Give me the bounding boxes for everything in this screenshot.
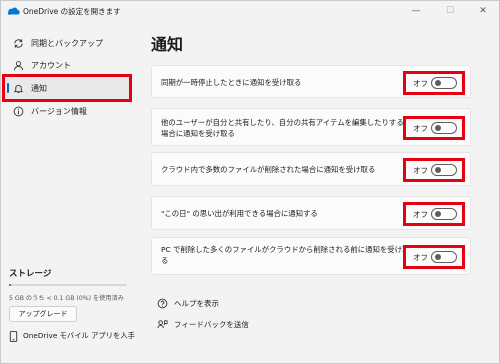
sidebar-item-label: 通知 [31, 83, 47, 93]
toggle-switch[interactable] [431, 77, 457, 89]
toggle-sync-paused[interactable]: オフ [403, 71, 465, 95]
window-title: OneDrive の設定を開きます [23, 7, 121, 16]
help-icon [156, 297, 168, 309]
toggle-state-label: オフ [413, 78, 428, 88]
onedrive-settings-window: OneDrive の設定を開きます — ☐ ✕ 同期とバックアップ アカウント … [0, 0, 500, 364]
toggle-knob [435, 211, 441, 217]
storage-heading: ストレージ [9, 269, 52, 279]
toggle-knob [435, 254, 441, 260]
toggle-state-label: オフ [413, 165, 428, 175]
toggle-cloud-deletion[interactable]: オフ [403, 158, 465, 182]
sidebar-item-label: アカウント [31, 60, 71, 70]
sidebar-item-notifications[interactable]: 通知 [2, 74, 132, 102]
sync-icon [11, 36, 25, 50]
setting-card-cloud-deletion: クラウド内で多数のファイルが削除された場合に通知を受け取る オフ [151, 152, 471, 186]
setting-label: 他のユーザーが自分と共有したり、自分の共有アイテムを編集したりする 場合に通知を… [161, 118, 404, 138]
toggle-state-label: オフ [413, 209, 428, 219]
storage-usage-bar [9, 284, 127, 286]
toggle-state-label: オフ [413, 252, 428, 262]
setting-label: "この日" の思い出が利用できる場合に通知する [161, 209, 318, 218]
toggle-sharing[interactable]: オフ [403, 116, 465, 140]
bell-icon [11, 81, 25, 95]
storage-usage-text: 5 GB のうち < 0.1 GB (0%) を使用済み [9, 295, 124, 302]
sidebar-item-label: 同期とバックアップ [31, 38, 103, 48]
setting-label: 同期が一時停止したときに通知を受け取る [161, 78, 302, 87]
setting-label: クラウド内で多数のファイルが削除された場合に通知を受け取る [161, 165, 376, 174]
sidebar-item-sync-backup[interactable]: 同期とバックアップ [5, 32, 129, 54]
minimize-button[interactable]: — [403, 3, 429, 19]
toggle-knob [435, 167, 441, 173]
sidebar-item-label: バージョン情報 [31, 106, 87, 116]
toggle-state-label: オフ [413, 123, 428, 133]
get-mobile-app-link[interactable]: OneDrive モバイル アプリを入手 [7, 330, 135, 342]
feedback-icon [156, 318, 168, 330]
toggle-pc-deletion[interactable]: オフ [403, 245, 465, 269]
selection-indicator [7, 83, 9, 93]
title-bar: OneDrive の設定を開きます — ☐ ✕ [1, 1, 499, 23]
feedback-link-label: フィードバックを送信 [174, 319, 249, 329]
toggle-switch[interactable] [431, 208, 457, 220]
sidebar-item-account[interactable]: アカウント [5, 54, 129, 76]
send-feedback-link[interactable]: フィードバックを送信 [156, 318, 249, 330]
toggle-knob [435, 125, 441, 131]
setting-card-pc-deletion: PC で削除した多くのファイルがクラウドから削除される前に通知を受け取 る オフ [151, 237, 471, 275]
onedrive-cloud-icon [7, 7, 20, 15]
toggle-knob [435, 80, 441, 86]
phone-icon [7, 330, 19, 342]
close-icon: ✕ [479, 6, 487, 16]
info-icon [11, 104, 25, 118]
toggle-switch[interactable] [431, 122, 457, 134]
page-title: 通知 [151, 35, 184, 54]
help-link-label: ヘルプを表示 [174, 298, 219, 308]
storage-usage-fill [9, 284, 12, 286]
maximize-button[interactable]: ☐ [437, 3, 463, 19]
close-button[interactable]: ✕ [470, 3, 496, 19]
toggle-on-this-day[interactable]: オフ [403, 202, 465, 226]
mobile-link-label: OneDrive モバイル アプリを入手 [23, 331, 135, 340]
setting-label: PC で削除した多くのファイルがクラウドから削除される前に通知を受け取 る [161, 245, 410, 265]
toggle-switch[interactable] [431, 164, 457, 176]
setting-card-on-this-day: "この日" の思い出が利用できる場合に通知する オフ [151, 196, 471, 230]
minimize-icon: — [411, 6, 421, 16]
sidebar-item-about[interactable]: バージョン情報 [5, 100, 129, 122]
setting-card-sync-paused: 同期が一時停止したときに通知を受け取る オフ [151, 65, 471, 98]
maximize-icon: ☐ [445, 6, 455, 16]
toggle-switch[interactable] [431, 251, 457, 263]
person-icon [11, 58, 25, 72]
upgrade-button[interactable]: アップグレード [9, 306, 77, 322]
setting-card-sharing: 他のユーザーが自分と共有したり、自分の共有アイテムを編集したりする 場合に通知を… [151, 108, 471, 146]
get-help-link[interactable]: ヘルプを表示 [156, 297, 219, 309]
